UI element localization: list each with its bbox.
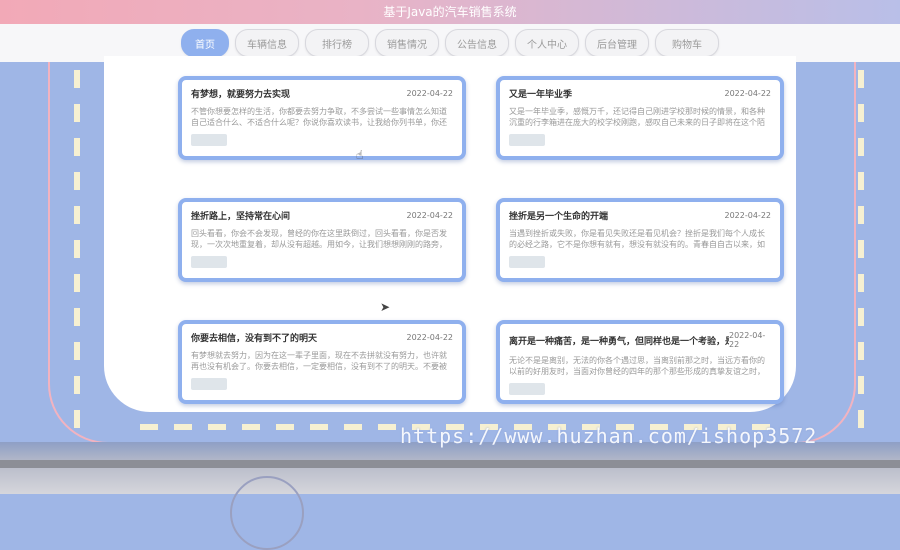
footer-decoration-circle <box>230 476 304 550</box>
news-card-date: 2022-04-22 <box>724 211 772 220</box>
news-card-title[interactable]: 挫折路上，坚持常在心间 <box>191 209 290 222</box>
news-card-summary: 又是一年毕业季，感慨万千，还记得自己刚进学校那时候的情景，和各种沉重的行李箱进在… <box>509 107 765 127</box>
news-card-title[interactable]: 挫折是另一个生命的开端 <box>509 209 608 222</box>
news-card-more-button[interactable] <box>509 256 545 268</box>
news-card-date: 2022-04-22 <box>724 89 772 98</box>
nav-cart[interactable]: 购物车 <box>655 29 719 57</box>
nav-admin[interactable]: 后台管理 <box>585 29 649 57</box>
news-card-date: 2022-04-22 <box>729 331 766 349</box>
news-card-title[interactable]: 你要去相信，没有到不了的明天 <box>191 331 317 344</box>
news-card-summary: 有梦想就去努力，因为在这一辈子里面，现在不去拼就没有努力，也许就再也没有机会了。… <box>191 351 447 371</box>
nav-announcements[interactable]: 公告信息 <box>445 29 509 57</box>
news-card-summary: 无论不是是离别，无法的你各个遇过思，当离别前那之时，当远方看你的以前的好朋友时，… <box>509 356 765 376</box>
news-card-title[interactable]: 又是一年毕业季 <box>509 87 572 100</box>
news-card[interactable]: 离开是一种痛苦，是一种勇气，但同样也是一个考验，是一个新... 2022-04-… <box>496 320 784 404</box>
footer-divider <box>0 460 900 468</box>
news-panel: 有梦想，就要努力去实现 2022-04-22 不管你想要怎样的生活，你都要去努力… <box>110 62 790 406</box>
footer <box>0 442 900 550</box>
news-card-more-button[interactable] <box>191 256 227 268</box>
nav-personal-center[interactable]: 个人中心 <box>515 29 579 57</box>
nav-home[interactable]: 首页 <box>181 29 229 57</box>
arrow-cursor-icon: ➤ <box>380 300 391 314</box>
news-card-more-button[interactable] <box>509 134 545 146</box>
news-card-date: 2022-04-22 <box>406 211 454 220</box>
news-card[interactable]: 有梦想，就要努力去实现 2022-04-22 不管你想要怎样的生活，你都要去努力… <box>178 76 466 160</box>
site-title-bar: 基于Java的汽车销售系统 <box>0 0 900 24</box>
news-card-summary: 不管你想要怎样的生活，你都要去努力争取，不多尝试一些事情怎么知道自己适合什么、不… <box>191 107 447 127</box>
news-card-summary: 当遇到挫折或失败，你是看见失败还是看见机会？挫折是我们每个人成长的必经之路，它不… <box>509 229 765 249</box>
mouse-cursor-icon: ☝ <box>356 148 364 162</box>
watermark-text: https://www.huzhan.com/ishop3572 <box>400 424 818 448</box>
news-card[interactable]: 又是一年毕业季 2022-04-22 又是一年毕业季，感慨万千，还记得自己刚进学… <box>496 76 784 160</box>
news-card-more-button[interactable] <box>191 378 227 390</box>
news-card-title[interactable]: 离开是一种痛苦，是一种勇气，但同样也是一个考验，是一个新... <box>509 334 729 347</box>
news-card[interactable]: 你要去相信，没有到不了的明天 2022-04-22 有梦想就去努力，因为在这一辈… <box>178 320 466 404</box>
news-card-more-button[interactable] <box>509 383 545 395</box>
news-card[interactable]: 挫折路上，坚持常在心间 2022-04-22 回头看看，你会不会发现，曾经的你在… <box>178 198 466 282</box>
main-nav: 首页 车辆信息 排行榜 销售情况 公告信息 个人中心 后台管理 购物车 <box>0 24 900 62</box>
site-title: 基于Java的汽车销售系统 <box>383 5 517 19</box>
news-card[interactable]: 挫折是另一个生命的开端 2022-04-22 当遇到挫折或失败，你是看见失败还是… <box>496 198 784 282</box>
news-card-title[interactable]: 有梦想，就要努力去实现 <box>191 87 290 100</box>
nav-ranking[interactable]: 排行榜 <box>305 29 369 57</box>
news-card-date: 2022-04-22 <box>406 333 454 342</box>
nav-sales[interactable]: 销售情况 <box>375 29 439 57</box>
news-card-date: 2022-04-22 <box>406 89 454 98</box>
news-card-more-button[interactable] <box>191 134 227 146</box>
lane-dash-right <box>858 70 864 430</box>
news-card-summary: 回头看看，你会不会发现，曾经的你在这里跌倒过，回头看看，你是否发现，一次次地重复… <box>191 229 447 249</box>
lane-dash-left <box>74 70 80 430</box>
nav-vehicle-info[interactable]: 车辆信息 <box>235 29 299 57</box>
